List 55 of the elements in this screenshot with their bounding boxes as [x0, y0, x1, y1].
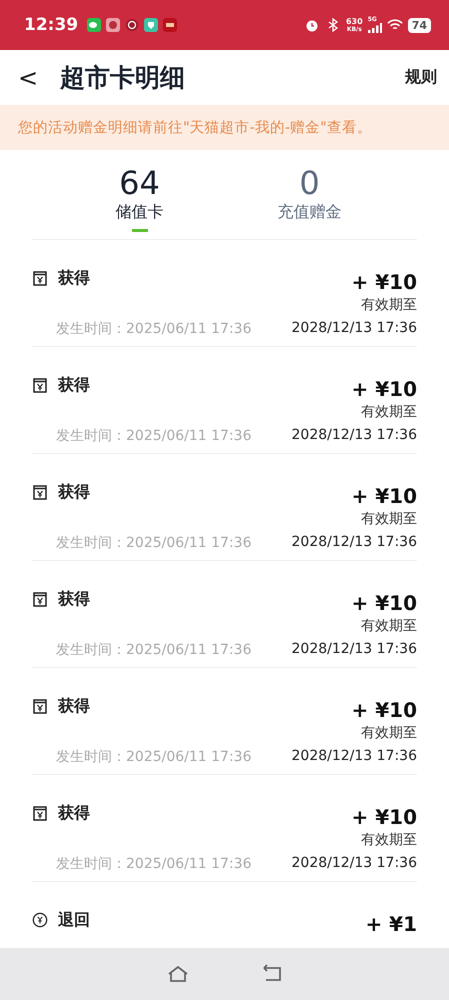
expiry-date: 2028/12/13 17:36: [292, 534, 417, 552]
expiry-label: 有效期至: [361, 403, 417, 421]
back-button[interactable]: <: [18, 64, 38, 92]
battery-level: 74: [408, 18, 431, 32]
record-time: 发生时间：2025/06/11 17:36: [55, 427, 252, 445]
record-type: 获得: [58, 268, 90, 288]
card-yuan-icon: [32, 269, 48, 287]
expiry-label: 有效期至: [361, 296, 417, 314]
expiry-date: 2028/12/13 17:36: [292, 427, 417, 445]
record-type: 获得: [58, 696, 90, 716]
expiry-date: 2028/12/13 17:36: [292, 320, 417, 338]
card-yuan-icon: [32, 804, 48, 822]
expiry-date: 2028/12/13 17:36: [292, 748, 417, 766]
app-icon: [163, 18, 178, 32]
net-speed: 630: [346, 18, 363, 26]
card-yuan-icon: [32, 376, 48, 394]
record-amount: + ¥10: [352, 377, 417, 401]
card-yuan-icon: [32, 697, 48, 715]
record-type: 获得: [58, 802, 90, 824]
expiry-date: 2028/12/13 17:36: [292, 641, 417, 659]
record-type: 获得: [58, 588, 90, 610]
page-title: 超市卡明细: [60, 62, 186, 94]
status-time: 12:39: [24, 15, 78, 35]
balance-tab[interactable]: 0 充值赠金: [260, 150, 360, 239]
notice-banner: 您的活动赠金明细请前往"天猫超市-我的-赠金"查看。: [0, 105, 449, 150]
record-time: 发生时间：2025/06/11 17:36: [55, 748, 252, 766]
record-type: 获得: [58, 374, 90, 396]
record-time: 发生时间：2025/06/11 17:36: [55, 641, 252, 659]
record-amount: + ¥10: [352, 270, 417, 294]
chat-app-icon: [87, 18, 102, 32]
shield-app-icon: [144, 18, 158, 32]
record-type: 获得: [58, 482, 90, 502]
expiry-label: 有效期至: [361, 617, 417, 635]
expiry-label: 有效期至: [361, 510, 417, 528]
expiry-label: 有效期至: [361, 724, 417, 742]
target-icon: [125, 18, 140, 32]
record-amount: + ¥1: [365, 912, 417, 936]
card-yuan-icon: [32, 590, 48, 608]
signal-icon: [368, 23, 382, 33]
record-amount: + ¥10: [352, 698, 417, 722]
coin-yuan-icon: [32, 911, 48, 929]
app-icon: [106, 18, 120, 32]
home-icon[interactable]: [166, 964, 190, 984]
record-amount: + ¥10: [352, 484, 417, 508]
rules-link[interactable]: 规则: [405, 67, 437, 88]
balance-tab[interactable]: 64 储值卡: [90, 150, 190, 239]
expiry-date: 2028/12/13 17:36: [292, 855, 417, 873]
expiry-label: 有效期至: [361, 831, 417, 849]
record-time: 发生时间：2025/06/11 17:36: [55, 320, 252, 338]
record-time: 发生时间：2025/06/11 17:36: [55, 534, 252, 552]
record-time: 发生时间：2025/06/11 17:36: [55, 855, 252, 873]
record-amount: + ¥10: [352, 591, 417, 615]
record-type: 退回: [58, 910, 90, 930]
card-yuan-icon: [32, 483, 48, 501]
record-amount: + ¥10: [352, 805, 417, 829]
